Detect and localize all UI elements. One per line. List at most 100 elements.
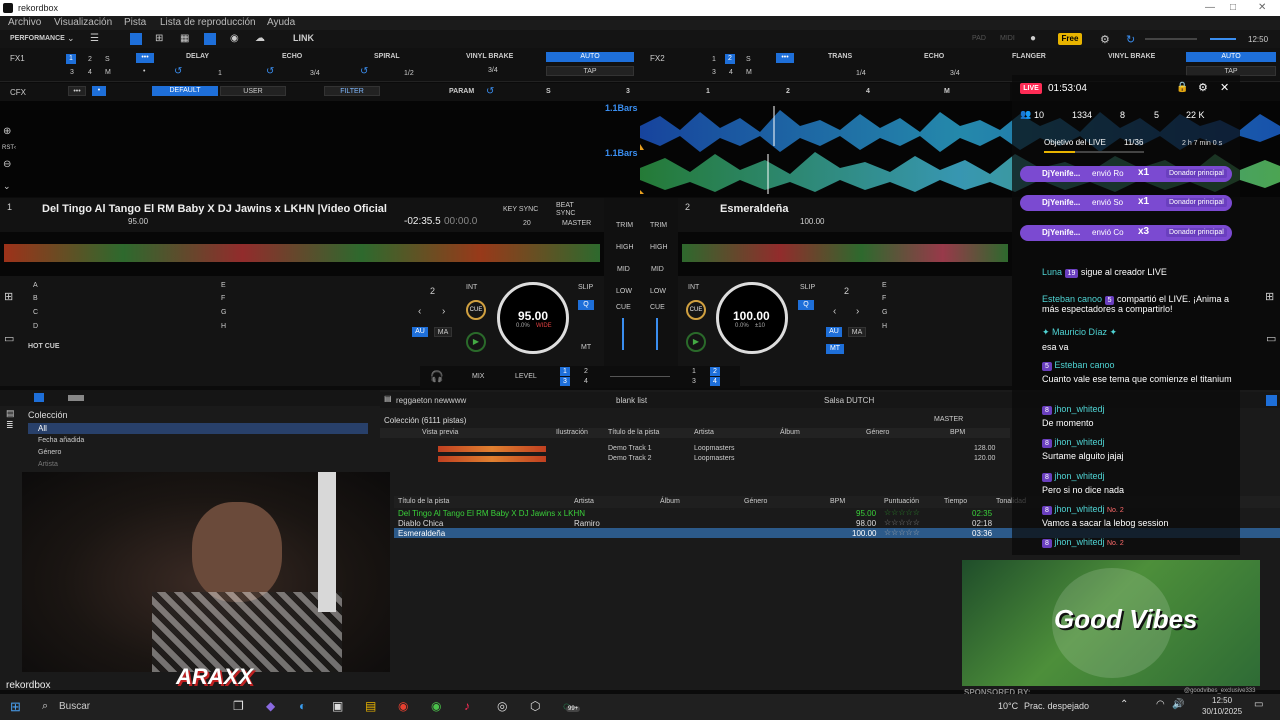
tiktok-icon[interactable]: ♪ — [464, 699, 470, 713]
deck1-int-label[interactable]: INT — [466, 284, 477, 291]
col-album[interactable]: Álbum — [780, 429, 800, 436]
midi-label[interactable]: MIDI — [1000, 35, 1015, 42]
menu-lista[interactable]: Lista de reproducción — [160, 17, 256, 28]
mixer-cue-1[interactable]: CUE — [616, 304, 631, 311]
bcol-artist[interactable]: Artista — [574, 498, 594, 505]
cfx-param-knob-icon[interactable]: ↺ — [486, 86, 494, 97]
deck2-int-label[interactable]: INT — [688, 284, 699, 291]
chat-name[interactable]: Esteban canoo — [1054, 360, 1114, 370]
deck2-quantize-button[interactable]: Q — [798, 300, 814, 310]
mixer-icon[interactable]: ⊞ — [155, 33, 163, 44]
tree-item-all[interactable]: All — [28, 423, 368, 434]
deck2-mt-button[interactable]: MT — [826, 344, 844, 354]
deck1-overview-waveform[interactable] — [0, 232, 604, 276]
menu-pista[interactable]: Pista — [124, 17, 146, 28]
mixer-cue-2[interactable]: CUE — [650, 304, 665, 311]
right-pads-icon[interactable]: ⊞ — [1265, 290, 1274, 303]
fx1-knob-2-icon[interactable]: ↺ — [266, 66, 274, 77]
deck2-slip-button[interactable]: SLIP — [800, 284, 815, 291]
cfx-user-button[interactable]: USER — [220, 86, 286, 96]
tree-item-genre[interactable]: Género — [38, 449, 61, 456]
bcol-bpm[interactable]: BPM — [830, 498, 845, 505]
settings-icon[interactable]: ⚙ — [1100, 33, 1110, 46]
top-table-row-1[interactable]: Demo Track 1 Loopmasters 128.00 — [380, 444, 1010, 454]
mixer-low-2[interactable]: LOW — [650, 288, 666, 295]
mixer-trim-1[interactable]: TRIM — [616, 222, 633, 229]
pad-label[interactable]: PAD — [972, 35, 986, 42]
fx1-deck1-button[interactable]: 1 — [66, 54, 76, 64]
chat-name[interactable]: jhon_whitedj — [1054, 537, 1104, 547]
deck1-key-value[interactable]: 20 — [523, 220, 531, 227]
master-volume-slider[interactable] — [1145, 38, 1197, 40]
fx-panel-icon[interactable] — [130, 33, 142, 45]
deck1-hotcue-e[interactable]: E — [221, 282, 226, 289]
deck1-play-button[interactable]: ▶ — [466, 332, 486, 352]
deck1-ma-button[interactable]: MA — [434, 327, 452, 337]
fx1-more-button[interactable]: ••• — [136, 53, 154, 63]
channel-fader-2[interactable] — [656, 318, 658, 350]
deck1-beat-sync-label[interactable]: BEAT SYNC — [556, 202, 576, 218]
deck1-slip-button[interactable]: SLIP — [578, 284, 593, 291]
deck2-hotcue-g[interactable]: G — [882, 309, 887, 316]
sidebar-list-icon[interactable]: ≣ — [6, 420, 14, 431]
fx1-effect-2[interactable]: ECHO — [282, 53, 302, 60]
deck1-hotcue-c[interactable]: C — [33, 309, 38, 316]
headphones-icon[interactable]: 🎧 — [430, 370, 444, 383]
sync-icon[interactable]: ↻ — [1126, 33, 1135, 46]
layout-icon[interactable]: ☰ — [90, 33, 99, 44]
chrome-alt-icon[interactable]: ◉ — [431, 699, 441, 713]
fx2-deck2-button[interactable]: 2 — [725, 54, 735, 64]
fx2-auto-button[interactable]: AUTO — [1186, 52, 1276, 62]
browser-slider[interactable] — [68, 395, 84, 401]
mode-chevron-icon[interactable]: ⌄ — [67, 33, 75, 44]
menu-ayuda[interactable]: Ayuda — [267, 17, 295, 28]
lock-icon[interactable]: 🔒 — [1176, 82, 1188, 93]
fx2-deck-m-button[interactable]: M — [746, 69, 752, 76]
deck1-jog-wheel[interactable]: 95.00 0.0% WIDE — [497, 282, 569, 354]
task-view-icon[interactable]: ❐ — [233, 699, 244, 713]
sampler-icon[interactable] — [204, 33, 216, 45]
bcol-genre[interactable]: Género — [744, 498, 767, 505]
info-icon[interactable]: ● — [1030, 33, 1036, 44]
fx1-knob-1-icon[interactable]: ↺ — [174, 66, 182, 77]
minimize-icon[interactable]: — — [1205, 2, 1215, 13]
tray-arrow-icon[interactable]: ⌃ — [1120, 699, 1128, 710]
chat-name[interactable]: Luna — [1042, 267, 1062, 277]
zoom-in-icon[interactable]: ⊕ — [3, 126, 11, 137]
chat-name[interactable]: jhon_whitedj — [1054, 437, 1104, 447]
top-table-row-2[interactable]: Demo Track 2 Loopmasters 120.00 — [380, 454, 1010, 464]
volume-icon[interactable]: 🔊 — [1172, 699, 1184, 710]
fx2-deck1-button[interactable]: 1 — [712, 56, 716, 63]
assign-3-button[interactable]: 3 — [560, 377, 570, 386]
col-genre[interactable]: Género — [866, 429, 889, 436]
taskbar-search[interactable]: Buscar — [59, 701, 90, 712]
deck2-hotcue-h[interactable]: H — [882, 323, 887, 330]
fx1-effect-1[interactable]: DELAY — [186, 53, 209, 60]
assign-2-button[interactable]: 2 — [584, 368, 588, 375]
deck1-prev-icon[interactable]: ‹ — [418, 306, 421, 317]
menu-archivo[interactable]: Archivo — [8, 17, 41, 28]
chat-name[interactable]: ✦ Mauricio Díaz ✦ — [1042, 327, 1236, 338]
live-close-icon[interactable]: ✕ — [1220, 81, 1229, 94]
assign-2b-button[interactable]: 2 — [710, 367, 720, 376]
deck1-hotcue-mode[interactable]: HOT CUE — [28, 343, 60, 350]
deck1-hotcue-g[interactable]: G — [221, 309, 226, 316]
fx2-deck3-button[interactable]: 3 — [712, 69, 716, 76]
fx2-effect-3[interactable]: FLANGER — [1012, 53, 1046, 60]
deck1-panel-icon[interactable]: ▭ — [4, 332, 14, 345]
chat-name[interactable]: Esteban canoo — [1042, 294, 1102, 304]
deck1-mt-button[interactable]: MT — [581, 344, 591, 351]
crossfader[interactable] — [610, 376, 670, 377]
master-filter[interactable]: MASTER — [934, 416, 963, 423]
col-preview[interactable]: Vista previa — [422, 429, 458, 436]
deck2-jog-wheel[interactable]: 100.00 0.0% ±10 — [716, 282, 788, 354]
cfx-default-button[interactable]: DEFAULT — [152, 86, 218, 96]
assign-1b-button[interactable]: 1 — [692, 368, 696, 375]
deck1-hotcue-b[interactable]: B — [33, 295, 38, 302]
close-icon[interactable]: ✕ — [1258, 2, 1266, 13]
wifi-icon[interactable]: ◠ — [1156, 699, 1165, 710]
col-artist[interactable]: Artista — [694, 429, 714, 436]
bcol-rating[interactable]: Puntuación — [884, 498, 919, 505]
tree-item-date[interactable]: Fecha añadida — [38, 437, 84, 444]
deck1-master-label[interactable]: MASTER — [562, 220, 591, 227]
